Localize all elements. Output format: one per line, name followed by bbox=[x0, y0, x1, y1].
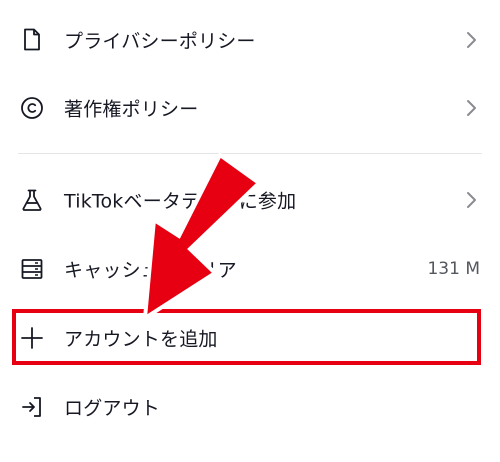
flask-icon bbox=[18, 186, 46, 214]
menu-item-label: ログアウト bbox=[64, 397, 161, 419]
chevron-right-icon bbox=[467, 191, 476, 208]
chevron-right-icon bbox=[467, 99, 476, 116]
menu-item-label: TikTokベータテストに参加 bbox=[64, 190, 297, 212]
document-icon bbox=[18, 26, 46, 54]
copyright-icon bbox=[18, 94, 46, 122]
menu-item-add-account[interactable]: アカウントを追加 bbox=[0, 303, 500, 372]
menu-item-label: アカウントを追加 bbox=[64, 328, 218, 350]
menu-item-label: 著作権ポリシー bbox=[64, 98, 199, 120]
section-divider bbox=[18, 153, 482, 154]
menu-item-clear-cache[interactable]: キャッシュをクリア 131 M bbox=[0, 234, 500, 303]
cache-size-value: 131 M bbox=[427, 258, 480, 279]
menu-item-privacy-policy[interactable]: プライバシーポリシー bbox=[0, 5, 500, 74]
logout-icon bbox=[18, 393, 46, 421]
storage-icon bbox=[18, 255, 46, 283]
chevron-right-icon bbox=[467, 31, 476, 48]
menu-item-beta-test[interactable]: TikTokベータテストに参加 bbox=[0, 165, 500, 234]
menu-item-label: キャッシュをクリア bbox=[64, 259, 237, 281]
plus-icon bbox=[18, 324, 46, 352]
menu-item-copyright-policy[interactable]: 著作権ポリシー bbox=[0, 73, 500, 142]
menu-item-logout[interactable]: ログアウト bbox=[0, 372, 500, 441]
menu-item-label: プライバシーポリシー bbox=[64, 30, 256, 52]
